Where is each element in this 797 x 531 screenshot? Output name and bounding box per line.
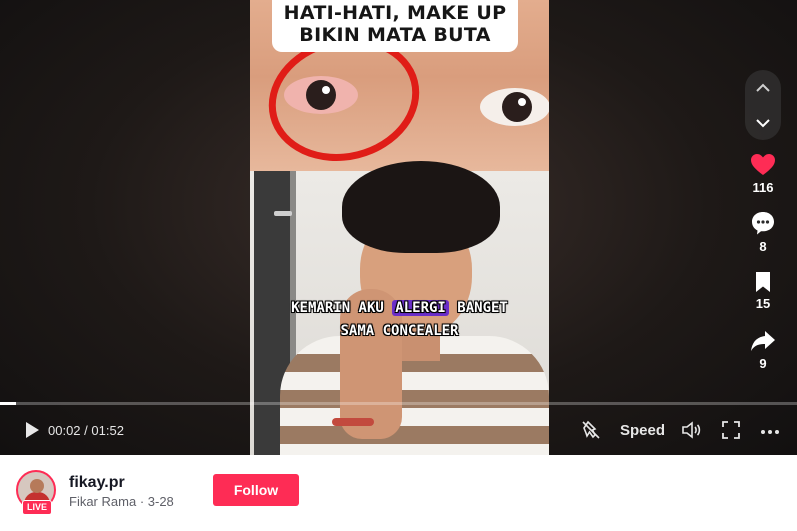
author-info-bar: LIVE fikay.pr Fikar Rama · 3-28 Follow bbox=[0, 455, 797, 531]
like-button[interactable]: 116 bbox=[743, 153, 783, 195]
like-count: 116 bbox=[752, 180, 774, 195]
video-headline: HATI-HATI, MAKE UP BIKIN MATA BUTA bbox=[272, 0, 518, 52]
progress-fill bbox=[0, 402, 16, 405]
follow-button[interactable]: Follow bbox=[213, 474, 299, 506]
curly-hair bbox=[342, 161, 500, 253]
heart-icon bbox=[751, 154, 775, 175]
author-meta: Fikar Rama · 3-28 bbox=[69, 494, 174, 509]
video-frame[interactable]: HATI-HATI, MAKE UP BIKIN MATA BUTA KEMAR… bbox=[250, 0, 549, 455]
comment-count: 8 bbox=[759, 239, 767, 254]
share-icon bbox=[751, 331, 775, 351]
chevron-down-icon bbox=[756, 118, 770, 127]
current-time: 00:02 bbox=[48, 423, 81, 438]
share-button[interactable]: 9 bbox=[743, 329, 783, 371]
caption-highlight: ALERGI bbox=[392, 300, 449, 316]
video-player[interactable]: HATI-HATI, MAKE UP BIKIN MATA BUTA KEMAR… bbox=[0, 0, 797, 455]
previous-video-button[interactable] bbox=[745, 70, 781, 105]
share-count: 9 bbox=[759, 356, 767, 371]
progress-bar[interactable] bbox=[0, 402, 797, 405]
video-caption: KEMARIN AKU ALERGI BANGET SAMA CONCEALER bbox=[291, 300, 508, 339]
comment-icon bbox=[752, 212, 774, 235]
more-icon[interactable] bbox=[760, 418, 780, 442]
play-icon[interactable] bbox=[22, 420, 42, 440]
comment-button[interactable]: 8 bbox=[743, 210, 783, 254]
next-video-button[interactable] bbox=[745, 105, 781, 140]
speed-button[interactable]: Speed bbox=[620, 422, 665, 446]
bracelet bbox=[332, 418, 374, 426]
normal-eye bbox=[480, 88, 549, 126]
headline-line-1: HATI-HATI, MAKE UP bbox=[283, 2, 507, 24]
time-display: 00:02 / 01:52 bbox=[48, 423, 124, 438]
author-display-name: Fikar Rama bbox=[69, 494, 137, 509]
volume-icon[interactable] bbox=[680, 418, 702, 442]
video-navigation bbox=[745, 70, 781, 140]
post-date: 3-28 bbox=[147, 494, 174, 509]
live-badge: LIVE bbox=[22, 500, 52, 515]
headline-line-2: BIKIN MATA BUTA bbox=[299, 24, 491, 46]
fullscreen-icon[interactable] bbox=[721, 418, 741, 442]
eye-closeup-image: HATI-HATI, MAKE UP BIKIN MATA BUTA bbox=[250, 0, 549, 177]
save-count: 15 bbox=[755, 296, 771, 311]
bookmark-icon bbox=[756, 272, 770, 292]
author-username[interactable]: fikay.pr bbox=[69, 474, 125, 492]
total-time: 01:52 bbox=[91, 423, 124, 438]
save-button[interactable]: 15 bbox=[743, 271, 783, 311]
chevron-up-icon bbox=[756, 83, 770, 92]
pin-icon[interactable] bbox=[580, 418, 602, 442]
